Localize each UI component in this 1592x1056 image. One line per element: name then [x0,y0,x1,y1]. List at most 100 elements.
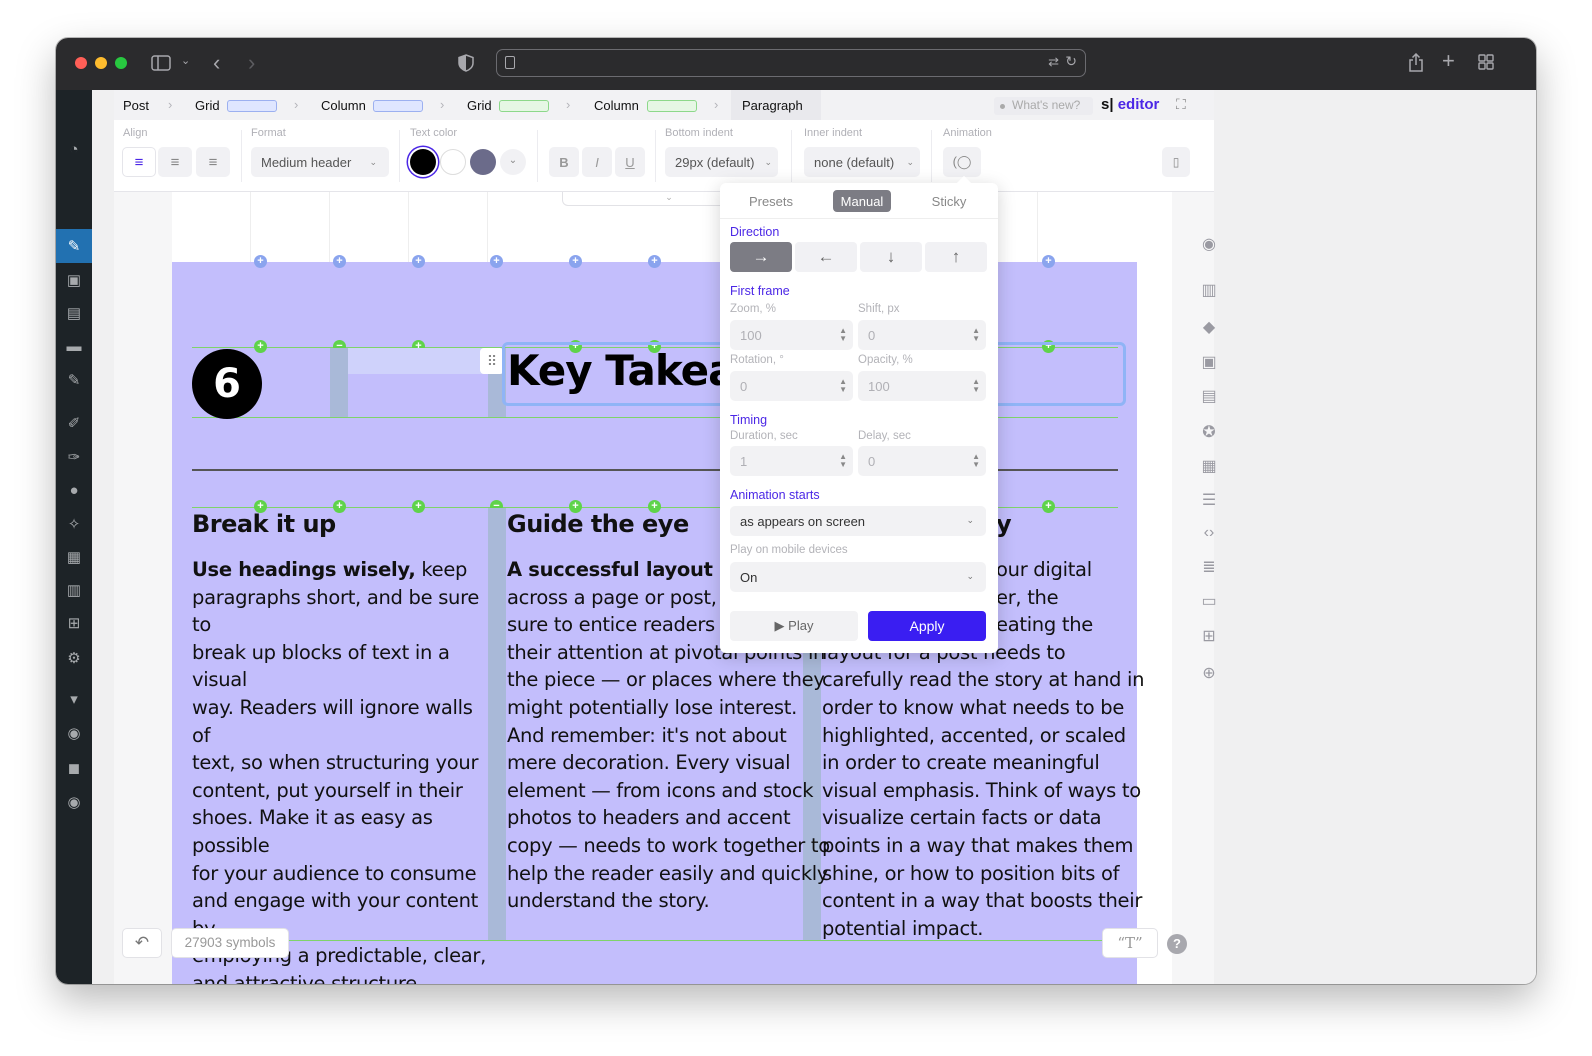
add-icon[interactable]: + [569,255,582,268]
stepper-icon[interactable]: ▲ ▼ [972,453,980,469]
color-swatch-gray[interactable] [470,149,496,175]
color-swatch-white[interactable] [440,149,466,175]
zoom-input[interactable]: 100 ▲ ▼ [730,320,853,350]
lines-icon[interactable]: ≣ [1199,557,1219,577]
section-heading[interactable]: Key Takea [507,346,737,395]
delay-input[interactable]: 0 ▲ ▼ [858,446,986,476]
settings-icon[interactable]: ⚙ [65,649,83,667]
add-icon[interactable]: + [1042,255,1055,268]
forward-icon[interactable]: › [248,52,255,74]
add-comment-icon[interactable]: ⊞ [1199,626,1219,646]
play-icon[interactable]: ◉ [65,793,83,811]
add-icon[interactable]: + [412,255,425,268]
bottom-indent-select[interactable]: 29px (default) ⌄ [665,147,778,177]
add-icon[interactable]: + [254,255,267,268]
breadcrumb-item[interactable]: Column [321,98,366,113]
pin-icon-2[interactable]: ✎ [65,371,83,389]
animation-button[interactable]: (◯ [943,147,981,177]
direction-right-button[interactable]: → [730,242,792,272]
duration-input[interactable]: 1 ▲ ▼ [730,446,853,476]
pin-icon[interactable]: ✎ [65,237,83,255]
mobile-preview-icon[interactable]: ▯ [1162,147,1190,177]
breadcrumb-item[interactable]: Post [123,98,149,113]
tab-overview-icon[interactable] [1478,54,1494,74]
add-icon[interactable]: + [1042,500,1055,513]
translate-icon[interactable]: ⇄ [1048,54,1059,70]
minimize-window-button[interactable] [95,57,107,69]
users-icon[interactable]: ● [65,481,83,499]
reload-icon[interactable]: ↻ [1065,53,1077,70]
stepper-icon[interactable]: ▲ ▼ [972,378,980,394]
more-colors-button[interactable]: ⌄ [500,149,526,175]
facebook-icon[interactable]: ◼ [65,759,83,777]
bolt-icon[interactable]: ◉ [65,724,83,742]
drag-handle-icon[interactable]: ⠿ [480,348,504,374]
align-left-button[interactable]: ≡ [122,147,156,177]
star-icon[interactable]: ✪ [1199,422,1219,442]
direction-left-button[interactable]: ← [795,242,857,272]
code-icon[interactable]: ‹› [1199,523,1219,543]
breadcrumb-item-active[interactable]: Paragraph [742,98,803,113]
pages-icon[interactable]: ▤ [65,304,83,322]
sliders-icon[interactable]: ⊞ [65,614,83,632]
add-page-icon[interactable]: ⊕ [1199,663,1219,683]
animation-starts-select[interactable]: as appears on screen ⌄ [730,506,986,536]
align-right-button[interactable]: ≡ [196,147,230,177]
tab-presets[interactable]: Presets [732,190,810,212]
whats-new-button[interactable]: What's new? [994,97,1093,115]
stepper-icon[interactable]: ▲ ▼ [839,453,847,469]
tab-manual[interactable]: Manual [833,190,891,212]
quote-button[interactable]: “T” [1102,928,1158,958]
direction-down-button[interactable]: ↓ [860,242,922,272]
breadcrumb-item[interactable]: Column [594,98,639,113]
tools-icon[interactable]: ✧ [65,515,83,533]
comments-icon[interactable]: ▬ [65,337,83,355]
breadcrumb-item[interactable]: Grid [467,98,492,113]
yoast-icon[interactable]: ▾ [65,690,83,708]
direction-up-button[interactable]: ↑ [925,242,987,272]
gallery-icon[interactable]: ▤ [1199,386,1219,406]
plugins-icon[interactable]: ✑ [65,448,83,466]
column-title[interactable]: Guide the eye [507,510,689,538]
format-select[interactable]: Medium header ⌄ [251,147,389,177]
share-icon[interactable] [1408,52,1424,75]
shift-input[interactable]: 0 ▲ ▼ [858,320,986,350]
add-icon[interactable]: + [490,255,503,268]
tab-sticky[interactable]: Sticky [914,190,984,212]
column-text[interactable]: Use headings wisely, keep paragraphs sho… [192,556,492,984]
address-bar[interactable]: ⇄ ↻ [496,49,1086,77]
underline-button[interactable]: U [615,147,645,177]
column-title[interactable]: Break it up [192,510,336,538]
table-icon[interactable]: ▥ [65,581,83,599]
back-icon[interactable]: ‹ [213,52,220,74]
media-icon[interactable]: ▣ [65,271,83,289]
italic-button[interactable]: I [582,147,612,177]
eye-icon[interactable]: ◉ [1199,234,1219,254]
new-tab-icon[interactable]: + [1442,50,1455,72]
zoom-window-button[interactable] [115,57,127,69]
undo-button[interactable]: ↶ [122,928,162,958]
list-icon[interactable]: ☰ [1199,490,1219,510]
add-icon[interactable]: + [648,255,661,268]
stepper-icon[interactable]: ▲ ▼ [972,327,980,343]
inner-indent-select[interactable]: none (default) ⌄ [804,147,920,177]
stepper-icon[interactable]: ▲ ▼ [839,378,847,394]
rotation-input[interactable]: 0 ▲ ▼ [730,371,853,401]
breadcrumb-item[interactable]: Grid [195,98,220,113]
apply-button[interactable]: Apply [868,611,986,641]
close-window-button[interactable] [75,57,87,69]
image-icon[interactable]: ▣ [1199,352,1219,372]
stepper-icon[interactable]: ▲ ▼ [839,327,847,343]
columns-icon[interactable]: ▥ [1199,280,1219,300]
grid-icon[interactable]: ▦ [1199,456,1219,476]
bold-button[interactable]: B [549,147,579,177]
appearance-icon[interactable]: ✐ [65,414,83,432]
cards-icon[interactable]: ◆ [1199,317,1219,337]
add-icon[interactable]: + [333,255,346,268]
align-center-button[interactable]: ≡ [158,147,192,177]
mobile-select[interactable]: On ⌄ [730,562,986,592]
help-icon[interactable]: ? [1167,934,1187,954]
opacity-input[interactable]: 100 ▲ ▼ [858,371,986,401]
sidebar-toggle-icon[interactable] [151,55,171,75]
chevron-down-icon[interactable]: ⌄ [181,56,190,67]
